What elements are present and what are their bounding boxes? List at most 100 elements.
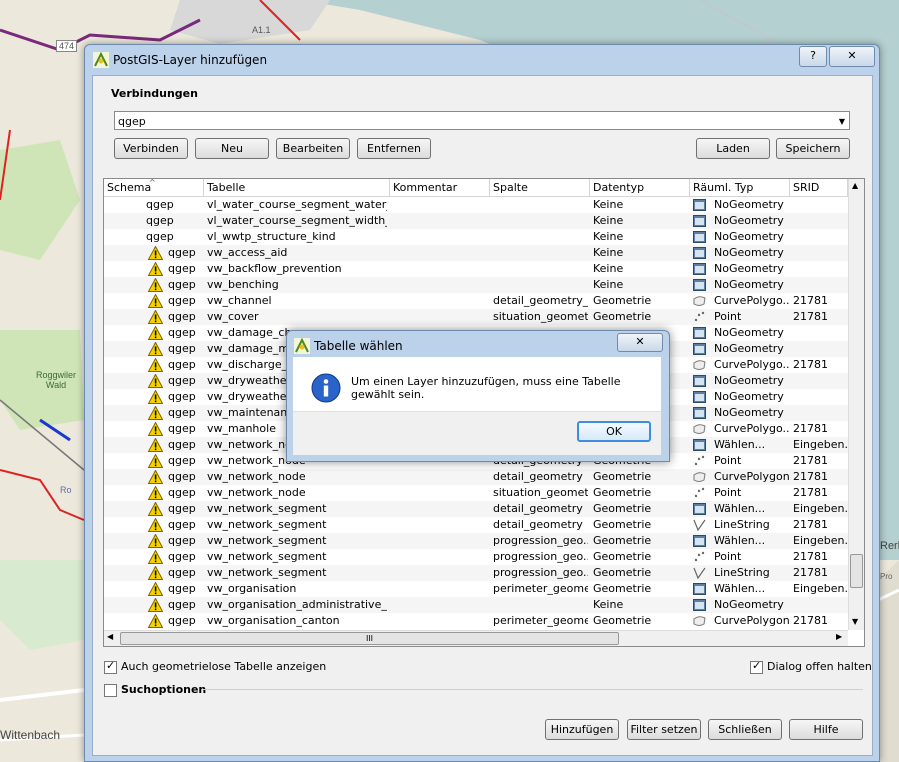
column-header-datatype[interactable]: Datentyp	[590, 179, 690, 196]
column-header-spatial-type[interactable]: Räuml. Typ	[690, 179, 790, 196]
column-header-table[interactable]: Tabelle	[204, 179, 390, 196]
edit-button[interactable]: Bearbeiten	[276, 138, 350, 159]
table-icon	[693, 439, 706, 451]
table-row[interactable]: qgep vw_network_segment progression_geo...…	[104, 549, 848, 565]
column-header-schema[interactable]: Schema ^	[104, 179, 204, 196]
column-header-comment[interactable]: Kommentar	[390, 179, 490, 196]
table-row[interactable]: qgep vw_network_node situation_geometry Geo…	[104, 485, 848, 501]
load-button[interactable]: Laden	[696, 138, 770, 159]
table-icon	[693, 583, 706, 595]
ok-button[interactable]: OK	[577, 421, 651, 442]
sort-ascending-icon: ^	[149, 178, 156, 187]
table-icon	[693, 215, 706, 227]
cell-spatial-type: Wählen...	[714, 534, 766, 547]
cell-spatial-type: CurvePolygo...	[714, 294, 790, 307]
map-label-place-1: Ro	[60, 485, 72, 495]
map-label-place-2: Rerb	[880, 540, 899, 552]
cell-column: progression_geo...	[493, 534, 588, 547]
cell-datatype: Keine	[593, 598, 624, 611]
cell-schema: qgep	[168, 566, 196, 579]
scroll-up-icon[interactable]: ▲	[852, 181, 858, 190]
cell-srid: 21781	[793, 358, 828, 371]
keep-dialog-open-checkbox[interactable]	[750, 659, 763, 674]
cell-srid: Eingeben...	[793, 502, 848, 515]
table-row[interactable]: qgep vw_channel detail_geometry_... Geometr…	[104, 293, 848, 309]
cell-column: detail_geometry	[493, 502, 583, 515]
cell-schema: qgep	[168, 438, 196, 451]
cell-schema: qgep	[168, 294, 196, 307]
map-label-road: 474	[56, 40, 78, 52]
cell-schema: qgep	[168, 582, 196, 595]
horizontal-scrollbar[interactable]: ◀ III ▶	[104, 630, 848, 646]
cell-spatial-type: NoGeometry	[714, 214, 784, 227]
cell-schema: qgep	[168, 342, 196, 355]
table-icon	[693, 503, 706, 515]
cell-column	[493, 277, 588, 293]
vertical-scrollbar[interactable]: ▲ ▼	[848, 179, 864, 630]
table-row[interactable]: qgep vl_water_course_segment_water_... Kei…	[104, 197, 848, 213]
line-icon	[693, 519, 706, 531]
cell-schema: qgep	[168, 470, 196, 483]
table-row[interactable]: qgep vw_network_segment detail_geometry Geo…	[104, 501, 848, 517]
warning-icon	[148, 454, 163, 468]
search-options-checkbox[interactable]	[104, 684, 117, 697]
cell-datatype: Geometrie	[593, 566, 652, 579]
warning-icon	[148, 534, 163, 548]
column-header-srid[interactable]: SRID	[790, 179, 848, 196]
table-row[interactable]: qgep vw_network_node detail_geometry Geomet…	[104, 469, 848, 485]
close-button[interactable]: Schließen	[708, 719, 782, 740]
table-row[interactable]: qgep vw_access_aid Keine NoGeometry	[104, 245, 848, 261]
cell-column	[493, 229, 588, 245]
scroll-down-icon[interactable]: ▼	[852, 617, 858, 626]
table-row[interactable]: qgep vw_network_segment progression_geo...…	[104, 533, 848, 549]
connection-select[interactable]: qgep ▼	[114, 111, 850, 130]
cell-datatype: Geometrie	[593, 502, 652, 515]
map-label-place-3: Pro	[880, 572, 893, 581]
table-row[interactable]: qgep vw_organisation_canton perimeter_geom…	[104, 613, 848, 629]
cell-table: vw_network_node	[207, 486, 306, 499]
connect-button[interactable]: Verbinden	[114, 138, 188, 159]
table-row[interactable]: qgep vw_cover situation_geometry Geometrie P…	[104, 309, 848, 325]
table-row[interactable]: qgep vw_organisation_administrative_of...…	[104, 597, 848, 613]
table-row[interactable]: qgep vl_wwtp_structure_kind Keine NoGeometr…	[104, 229, 848, 245]
vertical-scroll-thumb[interactable]	[850, 554, 863, 588]
cell-schema: qgep	[168, 262, 196, 275]
filter-button[interactable]: Filter setzen	[627, 719, 701, 740]
help-title-button[interactable]: ?	[799, 46, 827, 67]
cell-column: progression_geo...	[493, 566, 588, 579]
table-row[interactable]: qgep vw_benching Keine NoGeometry	[104, 277, 848, 293]
table-row[interactable]: qgep vw_network_segment detail_geometry Geo…	[104, 517, 848, 533]
table-row[interactable]: qgep vw_network_segment progression_geo...…	[104, 565, 848, 581]
table-icon	[693, 375, 706, 387]
close-title-button[interactable]: ✕	[829, 46, 875, 67]
add-button[interactable]: Hinzufügen	[545, 719, 619, 740]
table-row[interactable]: qgep vw_backflow_prevention Keine NoGeometr…	[104, 261, 848, 277]
warning-icon	[148, 566, 163, 580]
scroll-left-icon[interactable]: ◀	[107, 632, 113, 641]
map-label-motorway: A1.1	[252, 25, 271, 35]
cell-column	[493, 245, 588, 261]
remove-button[interactable]: Entfernen	[357, 138, 431, 159]
dialog-title: PostGIS-Layer hinzufügen	[113, 53, 268, 67]
scroll-right-icon[interactable]: ▶	[836, 632, 842, 641]
message-text: Um einen Layer hinzuzufügen, muss eine T…	[351, 375, 621, 401]
qgis-postgis-icon	[93, 52, 109, 68]
table-icon	[693, 535, 706, 547]
table-icon	[693, 279, 706, 291]
table-icon	[693, 407, 706, 419]
new-button[interactable]: Neu	[195, 138, 269, 159]
table-row[interactable]: qgep vl_water_course_segment_width_... Kei…	[104, 213, 848, 229]
warning-icon	[148, 486, 163, 500]
warning-icon	[148, 374, 163, 388]
table-row[interactable]: qgep vw_organisation perimeter_geome... Geo…	[104, 581, 848, 597]
horizontal-scroll-thumb[interactable]: III	[120, 632, 619, 645]
help-button[interactable]: Hilfe	[789, 719, 863, 740]
table-icon	[693, 391, 706, 403]
column-header-column[interactable]: Spalte	[490, 179, 590, 196]
message-box-close-button[interactable]: ✕	[617, 333, 663, 352]
save-button[interactable]: Speichern	[776, 138, 850, 159]
warning-icon	[148, 502, 163, 516]
cell-spatial-type: Point	[714, 486, 742, 499]
show-geometryless-checkbox[interactable]	[104, 659, 117, 674]
dialog-titlebar[interactable]: PostGIS-Layer hinzufügen ? ✕	[85, 45, 879, 75]
